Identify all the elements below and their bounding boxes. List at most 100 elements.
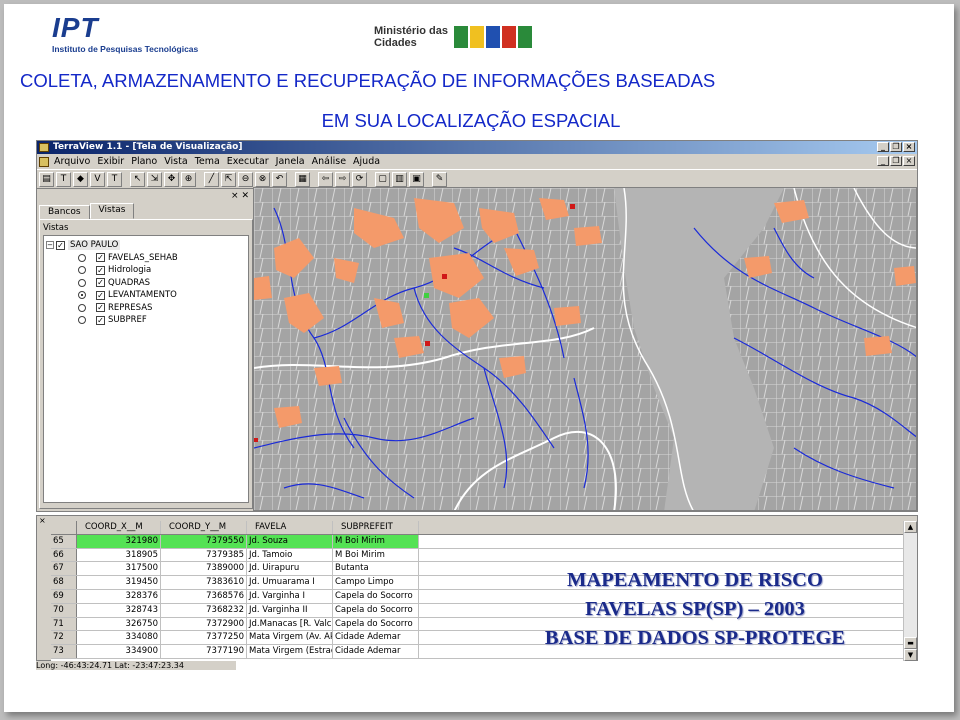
caption-line1: MAPEAMENTO DE RISCO: [567, 569, 823, 591]
cell-x: 318905: [77, 548, 161, 562]
checkbox-icon[interactable]: ✓: [96, 253, 105, 263]
views-panel: × ✕ Bancos Vistas Vistas − ✓ SAO PAULO ✓…: [39, 191, 253, 511]
pan-icon[interactable]: ✥: [164, 171, 179, 187]
child-restore-button[interactable]: ❐: [890, 156, 902, 166]
checkbox-icon[interactable]: ✓: [96, 290, 105, 300]
caption: MAPEAMENTO DE RISCO FAVELAS SP(SP) – 200…: [500, 566, 890, 653]
radio-icon[interactable]: [78, 266, 86, 275]
previous-icon[interactable]: ⇦: [318, 171, 333, 187]
select-icon[interactable]: ⇲: [147, 171, 162, 187]
row-index: 68: [51, 576, 77, 589]
menu-plano[interactable]: Plano: [128, 156, 161, 167]
close-button[interactable]: ×: [903, 142, 915, 152]
coordinate-status: Long: -46:43:24.71 Lat: -23:47:23.34: [36, 661, 236, 670]
tab-vistas[interactable]: Vistas: [89, 203, 135, 219]
zoom-in-icon[interactable]: ⊕: [181, 171, 196, 187]
menu-ajuda[interactable]: Ajuda: [350, 156, 384, 167]
restore-button[interactable]: ❐: [890, 142, 902, 152]
database-icon[interactable]: ▤: [39, 171, 54, 187]
child-minimize-button[interactable]: _: [877, 156, 889, 166]
radio-icon[interactable]: [78, 278, 86, 287]
tree-root[interactable]: − ✓ SAO PAULO: [46, 239, 246, 252]
table-close-icon[interactable]: ×: [39, 516, 46, 525]
checkbox-icon[interactable]: ✓: [96, 278, 105, 288]
menu-janela[interactable]: Janela: [273, 156, 309, 167]
menu-vista[interactable]: Vista: [161, 156, 191, 167]
text-icon[interactable]: T: [56, 171, 71, 187]
refresh-icon[interactable]: ⟳: [352, 171, 367, 187]
col-favela[interactable]: FAVELA: [247, 521, 333, 534]
child-close-button[interactable]: ×: [903, 156, 915, 166]
scroll-down-icon[interactable]: ▼: [904, 649, 917, 661]
window-titlebar: TerraView 1.1 - [Tela de Visualização] _…: [37, 141, 917, 154]
checkbox-icon[interactable]: ✓: [96, 265, 105, 275]
undo-icon[interactable]: ↶: [272, 171, 287, 187]
col-subprefeit[interactable]: SUBPREFEIT: [333, 521, 419, 534]
cell-y: 7383610: [161, 576, 247, 589]
grid-icon[interactable]: ▥: [392, 171, 407, 187]
map-canvas[interactable]: [253, 187, 917, 511]
terraview-window: TerraView 1.1 - [Tela de Visualização] _…: [36, 140, 918, 512]
table-scrollbar[interactable]: ▲ ▬ ▼: [903, 521, 917, 661]
row-index: 66: [51, 548, 77, 562]
cell-favela: Jd. Varginha I: [247, 589, 333, 603]
checkbox-icon[interactable]: ✓: [96, 315, 105, 325]
layer-item[interactable]: ✓ Hidrologia: [46, 264, 246, 277]
menu-executar[interactable]: Executar: [224, 156, 273, 167]
table-icon[interactable]: ▦: [295, 171, 310, 187]
menu-analise[interactable]: Análise: [309, 156, 350, 167]
cell-subpref: Cidade Ademar: [333, 645, 419, 658]
panel-close-icon[interactable]: × ✕: [39, 191, 253, 201]
radio-selected-icon[interactable]: [78, 291, 86, 300]
polygon-icon[interactable]: ◆: [73, 171, 88, 187]
minimize-button[interactable]: _: [877, 142, 889, 152]
v-icon[interactable]: V: [90, 171, 105, 187]
radio-icon[interactable]: [78, 253, 86, 262]
t-icon[interactable]: T: [107, 171, 122, 187]
zoom-out-icon[interactable]: ⊖: [238, 171, 253, 187]
layers-icon[interactable]: ▣: [409, 171, 424, 187]
ipt-logo-subtitle: Instituto de Pesquisas Tecnológicas: [52, 44, 199, 54]
radio-icon[interactable]: [78, 316, 86, 325]
menu-exibir[interactable]: Exibir: [94, 156, 128, 167]
row-index: 70: [51, 603, 77, 617]
checkbox-icon[interactable]: ✓: [96, 303, 105, 313]
brasil-logo-icon: [454, 26, 532, 48]
row-index: 69: [51, 589, 77, 603]
cell-x: 334900: [77, 645, 161, 658]
layer-item[interactable]: ✓ SUBPREF: [46, 314, 246, 327]
cursor-icon[interactable]: ⇱: [221, 171, 236, 187]
table-row[interactable]: 65 321980 7379550 Jd. Souza M Boi Mirim: [51, 534, 903, 549]
draw-line-icon[interactable]: ╱: [204, 171, 219, 187]
menu-tema[interactable]: Tema: [192, 156, 224, 167]
col-coord-x[interactable]: COORD_X__M: [77, 521, 161, 534]
layer-item[interactable]: ✓ LEVANTAMENTO: [46, 289, 246, 302]
pencil-icon[interactable]: ✎: [432, 171, 447, 187]
display-icon[interactable]: ▢: [375, 171, 390, 187]
layer-item[interactable]: ✓ QUADRAS: [46, 277, 246, 290]
tab-bancos[interactable]: Bancos: [39, 205, 90, 219]
row-index: 72: [51, 631, 77, 645]
toolbar: ▤ T ◆ V T ↖ ⇲ ✥ ⊕ ╱ ⇱ ⊖ ⊗ ↶ ▦ ⇦ ⇨ ⟳ ▢ ▥ …: [37, 169, 917, 189]
cell-favela: Jd.Manacas [R. Valc: [249, 617, 333, 631]
layer-item[interactable]: ✓ FAVELAS_SEHAB: [46, 252, 246, 265]
layer-item[interactable]: ✓ REPRESAS: [46, 302, 246, 315]
cell-favela: Jd. Umuarama I: [247, 576, 333, 589]
cell-x: 319450: [77, 576, 161, 589]
cell-y: 7372900: [161, 617, 247, 631]
zoom-area-icon[interactable]: ⊗: [255, 171, 270, 187]
cell-y: 7377250: [161, 631, 247, 645]
pointer-icon[interactable]: ↖: [130, 171, 145, 187]
col-coord-y[interactable]: COORD_Y__M: [161, 521, 247, 534]
scroll-up-icon[interactable]: ▲: [904, 521, 917, 533]
table-row[interactable]: 66 318905 7379385 Jd. Tamoio M Boi Mirim: [51, 548, 903, 563]
cell-favela: Jd. Varginha II: [247, 603, 333, 617]
checkbox-icon[interactable]: ✓: [56, 240, 65, 250]
table-header: COORD_X__M COORD_Y__M FAVELA SUBPREFEIT: [51, 521, 903, 535]
menu-arquivo[interactable]: Arquivo: [51, 156, 94, 167]
next-icon[interactable]: ⇨: [335, 171, 350, 187]
scroll-thumb[interactable]: ▬: [904, 637, 917, 649]
radio-icon[interactable]: [78, 303, 86, 312]
row-index: 71: [51, 617, 77, 631]
collapse-icon[interactable]: −: [46, 241, 54, 250]
